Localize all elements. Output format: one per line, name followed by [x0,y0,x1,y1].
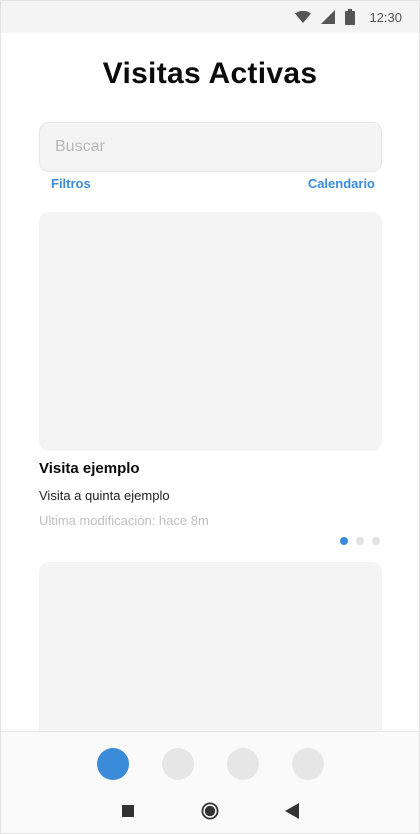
visit-card-image[interactable] [39,212,382,451]
tab-2[interactable] [161,748,194,780]
visit-card-title[interactable]: Visita ejemplo [39,460,140,477]
search-field[interactable] [39,122,382,172]
wifi-icon [295,11,312,23]
filters-link[interactable]: Filtros [51,176,91,191]
visit-card-meta: Ultima modificación: hace 8m [39,513,209,528]
visit-card-description: Visita a quinta ejemplo [39,488,170,503]
visit-card-image[interactable] [39,562,382,742]
carousel-dot[interactable] [372,537,380,545]
tab-3[interactable] [226,748,259,780]
tab-bar [1,748,419,780]
back-icon[interactable] [283,802,301,820]
home-icon[interactable] [201,802,219,820]
carousel-dot-active[interactable] [340,537,348,545]
status-time: 12:30 [369,9,402,25]
carousel-indicator [340,537,380,545]
phone-screen: 12:30 Visitas Activas Filtros Calendario… [0,0,420,834]
battery-icon [345,9,356,25]
system-navigation [1,802,419,820]
tab-1[interactable] [96,748,129,780]
filter-links: Filtros Calendario [51,176,375,191]
calendar-link[interactable]: Calendario [308,176,375,191]
bottom-navigation [1,731,419,833]
page-title: Visitas Activas [102,57,318,90]
recents-icon[interactable] [119,802,137,820]
search-input[interactable] [55,138,381,156]
tab-4[interactable] [291,748,324,780]
status-bar: 12:30 [1,1,419,33]
carousel-dot[interactable] [356,537,364,545]
signal-icon [321,10,336,24]
